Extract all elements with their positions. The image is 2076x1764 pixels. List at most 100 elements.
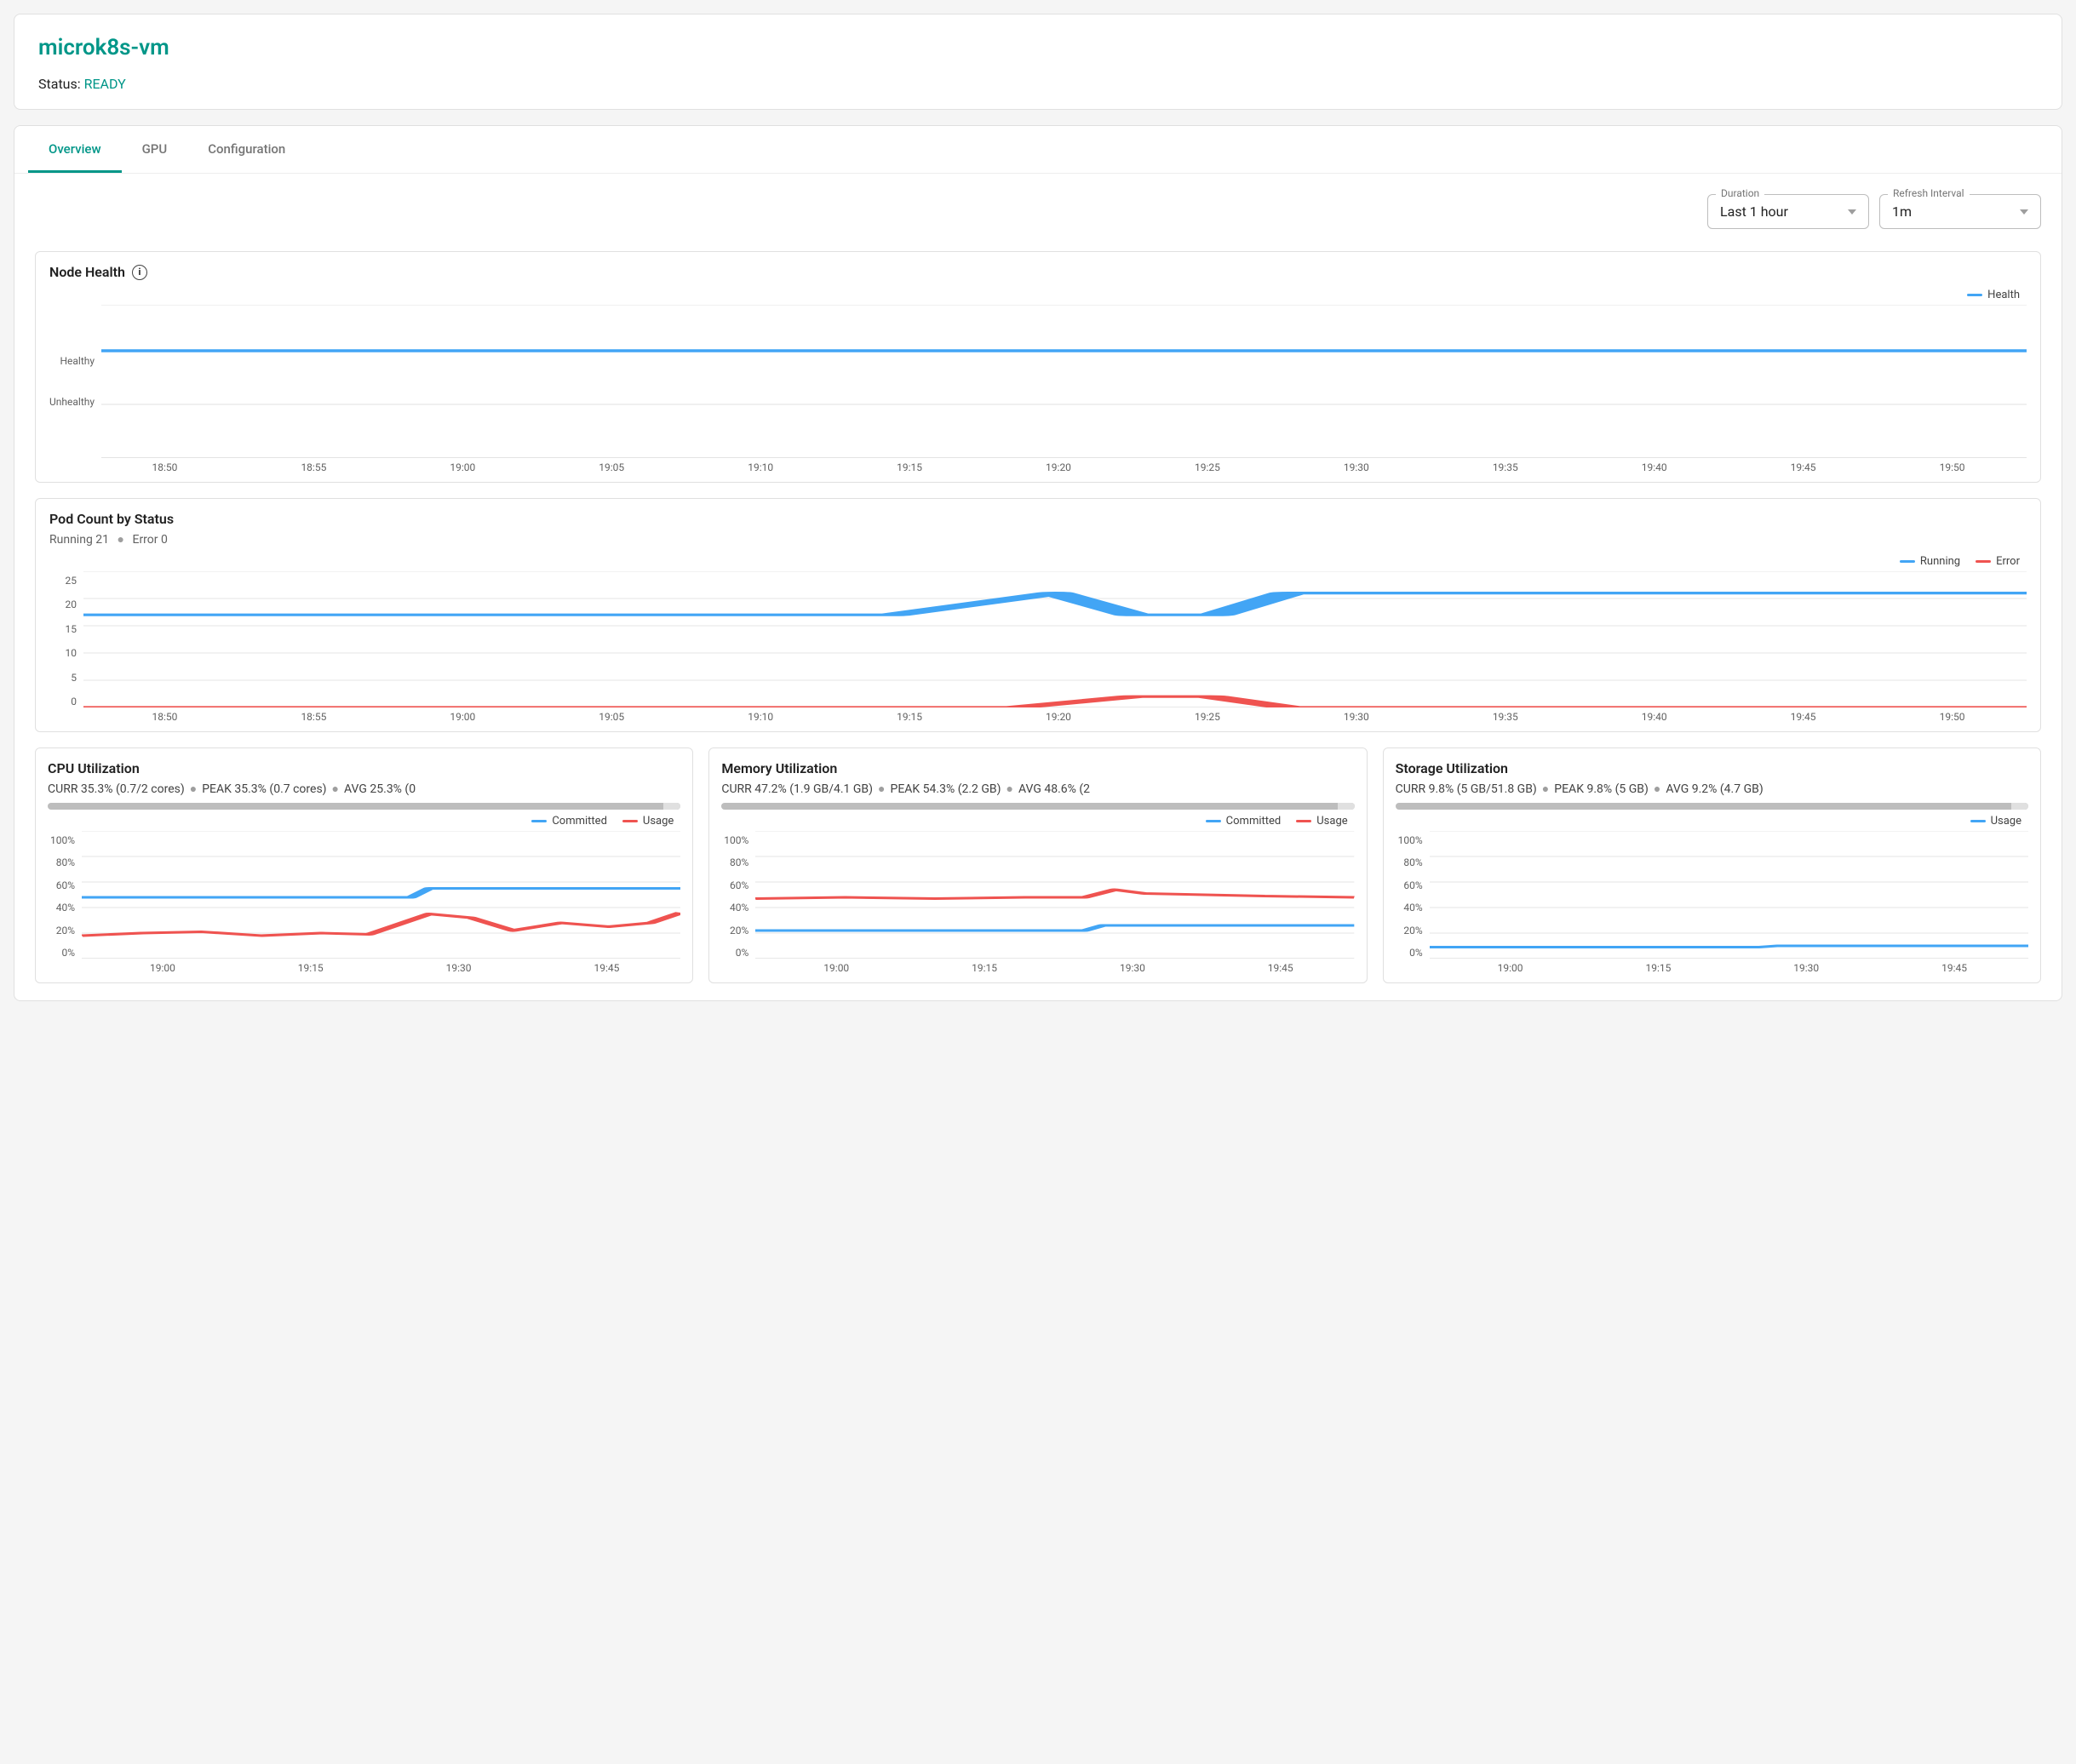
tab-overview[interactable]: Overview: [28, 126, 122, 173]
vm-header-card: microk8s-vm Status: READY: [14, 14, 2062, 110]
x-tick: 18:50: [90, 711, 239, 723]
x-tick: 19:20: [984, 461, 1133, 473]
content-card: Overview GPU Configuration Duration Last…: [14, 125, 2062, 1001]
duration-select[interactable]: Duration Last 1 hour: [1707, 194, 1869, 229]
y-tick: 60%: [721, 879, 748, 891]
legend-item: Usage: [1296, 815, 1347, 828]
pod-count-chart[interactable]: 25 20 15 10 5 0: [49, 571, 2027, 707]
y-tick: 60%: [1396, 879, 1423, 891]
x-tick: 19:15: [237, 962, 385, 974]
x-tick: 19:30: [1732, 962, 1880, 974]
legend-item: Usage: [1970, 815, 2022, 828]
x-tick: 19:45: [1729, 461, 1878, 473]
legend-label: Usage: [1991, 815, 2022, 828]
x-tick: 19:30: [385, 962, 533, 974]
mem-util-chart[interactable]: 100% 80% 60% 40% 20% 0%: [721, 831, 1354, 959]
x-axis: 19:00 19:15 19:30 19:45: [48, 962, 680, 974]
y-tick: 100%: [48, 834, 75, 846]
x-tick: 19:20: [984, 711, 1133, 723]
stat-peak: PEAK 35.3% (0.7 cores): [202, 782, 326, 796]
pod-count-title: Pod Count by Status: [49, 511, 174, 527]
error-label: Error: [132, 533, 158, 547]
cpu-util-chart[interactable]: 100% 80% 60% 40% 20% 0%: [48, 831, 680, 959]
x-tick: 19:50: [1878, 711, 2027, 723]
legend-label: Committed: [1226, 815, 1282, 828]
storage-util-chart[interactable]: 100% 80% 60% 40% 20% 0%: [1396, 831, 2028, 959]
x-tick: 19:35: [1431, 711, 1580, 723]
y-tick: 20%: [721, 925, 748, 936]
x-tick: 19:05: [537, 461, 686, 473]
cpu-legend: Committed Usage: [48, 811, 680, 831]
scroll-indicator[interactable]: [721, 803, 1354, 810]
y-tick: Healthy: [49, 355, 95, 367]
scroll-indicator[interactable]: [1396, 803, 2028, 810]
tab-configuration[interactable]: Configuration: [187, 126, 306, 173]
legend-swatch: [1206, 820, 1221, 822]
stat-avg: AVG 48.6% (2: [1018, 782, 1090, 796]
legend-swatch: [531, 820, 547, 822]
y-axis: 100% 80% 60% 40% 20% 0%: [1396, 831, 1430, 959]
legend-label: Running: [1920, 555, 1960, 568]
x-axis: 18:50 18:55 19:00 19:05 19:10 19:15 19:2…: [49, 711, 2027, 723]
vm-title[interactable]: microk8s-vm: [38, 35, 2038, 60]
chevron-down-icon: [2020, 209, 2028, 215]
legend-label: Health: [1987, 289, 2020, 301]
y-tick: 25: [49, 575, 77, 587]
plot-area: [1430, 831, 2028, 959]
legend-label: Usage: [1316, 815, 1347, 828]
y-axis: Healthy Unhealthy: [49, 305, 101, 458]
y-axis: 100% 80% 60% 40% 20% 0%: [48, 831, 82, 959]
y-tick: 100%: [721, 834, 748, 846]
legend-item: Error: [1976, 555, 2020, 568]
refresh-label: Refresh Interval: [1888, 187, 1970, 199]
running-label: Running: [49, 533, 93, 547]
x-tick: 18:55: [239, 461, 388, 473]
running-value: 21: [95, 533, 109, 547]
x-tick: 19:05: [537, 711, 686, 723]
tab-gpu[interactable]: GPU: [122, 126, 188, 173]
x-tick: 19:00: [1437, 962, 1585, 974]
x-tick: 19:30: [1282, 711, 1431, 723]
y-tick: 100%: [1396, 834, 1423, 846]
x-tick: 19:30: [1282, 461, 1431, 473]
y-tick: 5: [49, 672, 77, 684]
y-tick: 20%: [1396, 925, 1423, 936]
refresh-select[interactable]: Refresh Interval 1m: [1879, 194, 2041, 229]
cpu-util-title: CPU Utilization: [48, 760, 140, 776]
x-tick: 19:25: [1133, 711, 1282, 723]
legend-swatch: [1967, 294, 1982, 296]
tabs: Overview GPU Configuration: [14, 126, 2062, 174]
x-tick: 19:00: [89, 962, 237, 974]
x-tick: 19:00: [388, 711, 537, 723]
legend-label: Error: [1996, 555, 2020, 568]
error-value: 0: [161, 533, 168, 547]
x-tick: 19:45: [1880, 962, 2028, 974]
x-tick: 19:45: [1207, 962, 1355, 974]
vm-status-label: Status:: [38, 76, 81, 92]
y-tick: 15: [49, 623, 77, 635]
y-tick: 0%: [1396, 947, 1423, 959]
storage-util-stats: CURR 9.8% (5 GB/51.8 GB)●PEAK 9.8% (5 GB…: [1396, 782, 2028, 796]
storage-util-title: Storage Utilization: [1396, 760, 1508, 776]
chevron-down-icon: [1848, 209, 1856, 215]
legend-item: Committed: [531, 815, 607, 828]
utilization-grid: CPU Utilization CURR 35.3% (0.7/2 cores)…: [35, 747, 2041, 983]
x-tick: 19:45: [1729, 711, 1878, 723]
scroll-indicator[interactable]: [48, 803, 680, 810]
x-tick: 19:30: [1058, 962, 1207, 974]
duration-value: Last 1 hour: [1720, 203, 1788, 220]
y-tick: 80%: [48, 856, 75, 868]
legend-item: Health: [1967, 289, 2020, 301]
x-tick: 19:25: [1133, 461, 1282, 473]
storage-legend: Usage: [1396, 811, 2028, 831]
info-icon[interactable]: i: [132, 265, 147, 280]
x-tick: 19:15: [910, 962, 1058, 974]
pod-count-subtitle: Running 21 ● Error 0: [49, 532, 2027, 547]
timerange-controls: Duration Last 1 hour Refresh Interval 1m: [14, 174, 2062, 236]
node-health-chart[interactable]: Healthy Unhealthy: [49, 305, 2027, 458]
x-tick: 19:15: [835, 461, 984, 473]
y-tick: 0%: [48, 947, 75, 959]
x-tick: 19:35: [1431, 461, 1580, 473]
legend-swatch: [1970, 820, 1986, 822]
mem-util-stats: CURR 47.2% (1.9 GB/4.1 GB)●PEAK 54.3% (2…: [721, 782, 1354, 796]
